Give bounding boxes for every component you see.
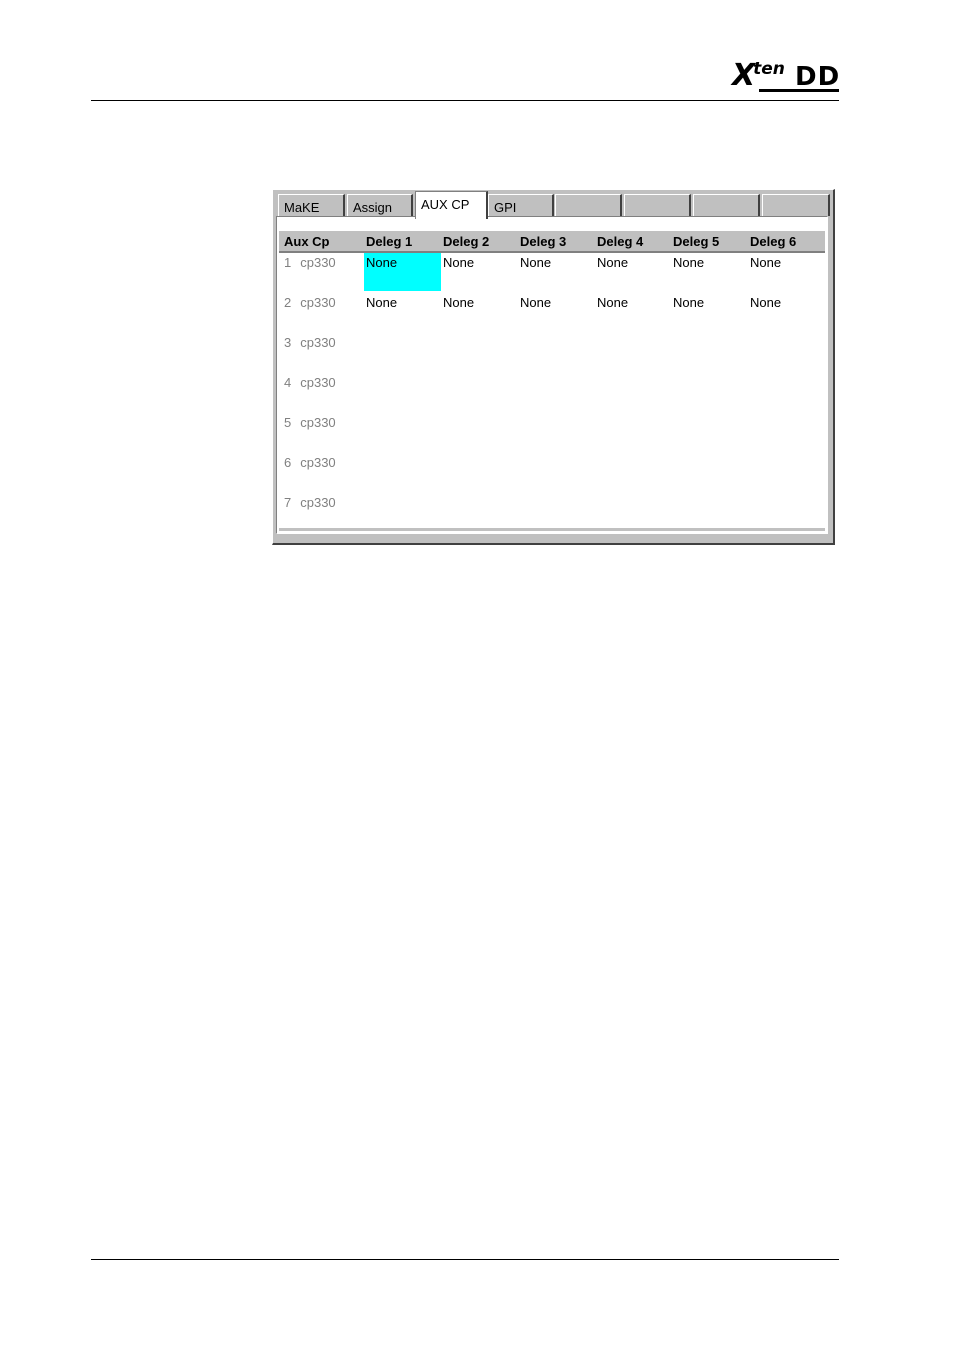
aux-cp-name: cp330 xyxy=(300,335,336,350)
aux-cp-cell[interactable]: 3 cp330 xyxy=(282,335,336,373)
table-bottom-edge xyxy=(279,528,825,531)
row-number: 2 xyxy=(284,295,292,310)
deleg-3-cell[interactable] xyxy=(518,455,520,493)
deleg-5-cell[interactable] xyxy=(671,415,673,453)
deleg-1-cell[interactable]: None xyxy=(364,253,441,291)
row-number: 1 xyxy=(284,255,292,270)
deleg-1-cell[interactable] xyxy=(364,335,366,373)
deleg-6-cell[interactable] xyxy=(748,335,750,373)
tab-bar: MaKE Assign AUX CP GPI xyxy=(276,191,831,219)
deleg-1-cell[interactable] xyxy=(364,455,366,493)
deleg-2-cell[interactable] xyxy=(441,415,443,453)
aux-cp-name: cp330 xyxy=(300,295,336,310)
row-number: 6 xyxy=(284,455,292,470)
table-row[interactable]: 6 cp330 xyxy=(279,453,825,493)
table-row[interactable]: 2 cp330 None None None None None None xyxy=(279,293,825,333)
column-header-deleg-5[interactable]: Deleg 5 xyxy=(673,234,719,249)
row-number: 5 xyxy=(284,415,292,430)
xten-dd-logo: Xten DD xyxy=(732,58,842,98)
deleg-4-cell[interactable] xyxy=(595,335,597,373)
deleg-2-cell[interactable]: None xyxy=(441,255,474,293)
deleg-2-cell[interactable] xyxy=(441,455,443,493)
aux-cp-cell[interactable]: 2 cp330 xyxy=(282,295,336,333)
aux-cp-name: cp330 xyxy=(300,455,336,470)
aux-cp-name: cp330 xyxy=(300,415,336,430)
aux-cp-name: cp330 xyxy=(300,255,336,270)
deleg-3-cell[interactable]: None xyxy=(518,255,551,293)
deleg-4-cell[interactable]: None xyxy=(595,255,628,293)
deleg-4-cell[interactable] xyxy=(595,455,597,493)
deleg-2-cell[interactable]: None xyxy=(441,295,474,333)
deleg-3-cell[interactable]: None xyxy=(518,295,551,333)
tab-empty-6[interactable] xyxy=(624,194,691,216)
deleg-5-cell[interactable] xyxy=(671,375,673,413)
column-header-deleg-2[interactable]: Deleg 2 xyxy=(443,234,489,249)
aux-cp-cell[interactable]: 1 cp330 xyxy=(282,255,336,293)
aux-cp-cell[interactable]: 6 cp330 xyxy=(282,455,336,493)
tab-empty-7[interactable] xyxy=(693,194,760,216)
table-row[interactable]: 7 cp330 xyxy=(279,493,825,533)
footer-rule xyxy=(91,1259,839,1260)
deleg-5-cell[interactable]: None xyxy=(671,295,704,333)
header-rule xyxy=(91,100,839,101)
deleg-2-cell[interactable] xyxy=(441,335,443,373)
tab-aux-cp[interactable]: AUX CP xyxy=(415,191,488,219)
aux-cp-cell[interactable]: 4 cp330 xyxy=(282,375,336,413)
deleg-3-cell[interactable] xyxy=(518,415,520,453)
deleg-5-cell[interactable] xyxy=(671,335,673,373)
deleg-4-cell[interactable]: None xyxy=(595,295,628,333)
tab-assign[interactable]: Assign xyxy=(347,194,413,216)
table-row[interactable]: 3 cp330 xyxy=(279,333,825,373)
deleg-5-cell[interactable]: None xyxy=(671,255,704,293)
table-row[interactable]: 1 cp330 None None None None None None xyxy=(279,253,825,293)
deleg-6-cell[interactable]: None xyxy=(748,295,781,333)
column-header-deleg-4[interactable]: Deleg 4 xyxy=(597,234,643,249)
row-number: 7 xyxy=(284,495,292,510)
deleg-1-cell[interactable] xyxy=(364,375,366,413)
deleg-6-cell[interactable] xyxy=(748,375,750,413)
deleg-3-cell[interactable] xyxy=(518,335,520,373)
aux-cp-name: cp330 xyxy=(300,375,336,390)
deleg-1-cell[interactable] xyxy=(364,415,366,453)
column-header-aux-cp[interactable]: Aux Cp xyxy=(284,234,330,249)
deleg-5-cell[interactable] xyxy=(671,455,673,493)
row-number: 3 xyxy=(284,335,292,350)
aux-cp-panel: Aux Cp Deleg 1 Deleg 2 Deleg 3 Deleg 4 D… xyxy=(276,216,828,534)
deleg-3-cell[interactable] xyxy=(518,375,520,413)
deleg-6-cell[interactable]: None xyxy=(748,255,781,293)
deleg-6-cell[interactable] xyxy=(748,415,750,453)
table-row[interactable]: 4 cp330 xyxy=(279,373,825,413)
deleg-4-cell[interactable] xyxy=(595,415,597,453)
table-row[interactable]: 5 cp330 xyxy=(279,413,825,453)
aux-cp-cell[interactable]: 5 cp330 xyxy=(282,415,336,453)
aux-cp-window: MaKE Assign AUX CP GPI Aux Cp Deleg 1 De… xyxy=(272,189,835,545)
deleg-4-cell[interactable] xyxy=(595,375,597,413)
deleg-6-cell[interactable] xyxy=(748,455,750,493)
aux-cp-name: cp330 xyxy=(300,495,336,510)
tab-empty-5[interactable] xyxy=(555,194,622,216)
column-header-deleg-6[interactable]: Deleg 6 xyxy=(750,234,796,249)
tab-gpi[interactable]: GPI xyxy=(488,194,554,216)
deleg-1-cell[interactable]: None xyxy=(364,295,397,333)
tab-make[interactable]: MaKE xyxy=(278,194,345,216)
column-header-deleg-1[interactable]: Deleg 1 xyxy=(366,234,412,249)
deleg-2-cell[interactable] xyxy=(441,375,443,413)
table-header: Aux Cp Deleg 1 Deleg 2 Deleg 3 Deleg 4 D… xyxy=(279,231,825,253)
row-number: 4 xyxy=(284,375,292,390)
tab-empty-8[interactable] xyxy=(762,194,830,216)
column-header-deleg-3[interactable]: Deleg 3 xyxy=(520,234,566,249)
